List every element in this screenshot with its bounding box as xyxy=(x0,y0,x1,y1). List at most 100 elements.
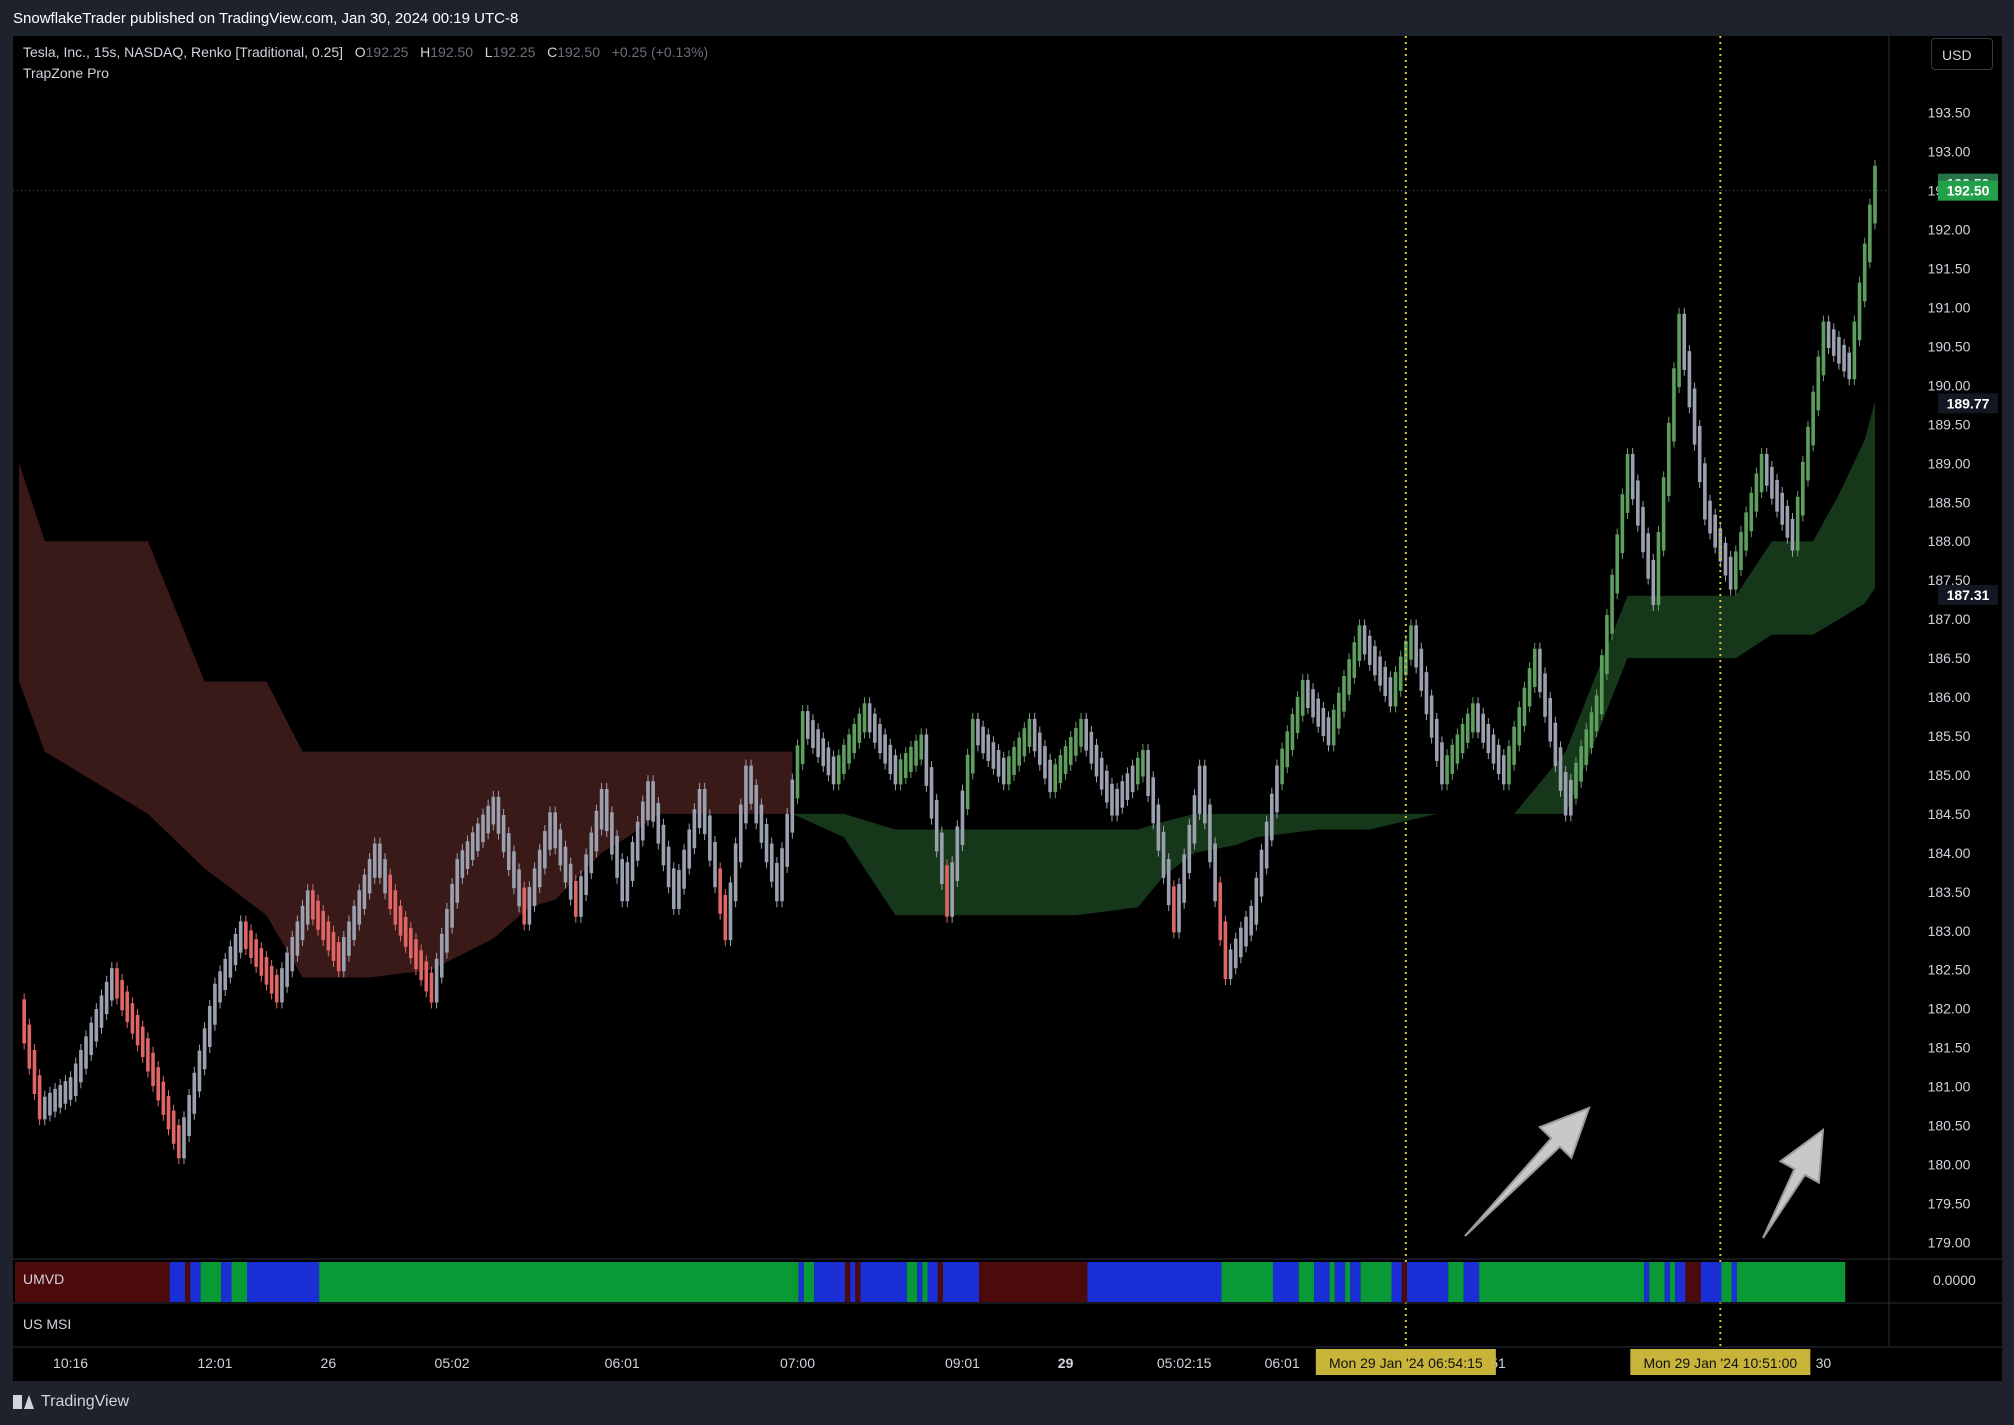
chart-canvas[interactable]: 193.50 193.00 192.50 192.00 191.50 191.00 190.… xyxy=(13,36,2002,1381)
currency-button[interactable]: USD xyxy=(1931,38,1993,70)
umvd-label[interactable]: UMVD xyxy=(23,1271,64,1287)
renko-brick xyxy=(166,1096,171,1130)
renko-brick xyxy=(568,863,573,900)
renko-brick xyxy=(1007,756,1011,785)
symbol-legend[interactable]: Tesla, Inc., 15s, NASDAQ, Renko [Traditi… xyxy=(23,44,708,60)
renko-brick xyxy=(398,905,403,936)
renko-brick xyxy=(795,745,800,799)
y-tick-label: 189.50 xyxy=(1928,416,1971,432)
crosshair-time-label: Mon 29 Jan '24 10:51:00 xyxy=(1643,1355,1797,1371)
umvd-segment xyxy=(247,1262,320,1302)
y-tick-label: 190.00 xyxy=(1928,377,1971,393)
annotation-arrow[interactable] xyxy=(1449,1093,1605,1252)
renko-brick xyxy=(1806,426,1810,481)
renko-brick xyxy=(718,868,722,914)
renko-brick xyxy=(1862,243,1867,302)
renko-brick xyxy=(1074,727,1078,756)
renko-brick xyxy=(594,810,599,852)
y-tick-label: 182.00 xyxy=(1928,1001,1971,1017)
renko-brick xyxy=(955,826,960,881)
renko-brick xyxy=(1656,531,1661,606)
open-value: 192.25 xyxy=(365,44,409,60)
umvd-segment xyxy=(1345,1262,1351,1302)
renko-brick xyxy=(1311,689,1315,718)
renko-brick xyxy=(455,859,460,903)
renko-brick xyxy=(1507,746,1511,785)
x-tick-label: 30 xyxy=(1816,1355,1832,1371)
renko-brick xyxy=(517,869,521,907)
renko-brick xyxy=(506,833,511,871)
renko-brick xyxy=(888,744,893,774)
renko-brick xyxy=(104,981,109,1015)
bear-trap-zone xyxy=(19,463,793,978)
renko-brick xyxy=(986,734,991,761)
renko-brick xyxy=(610,812,614,855)
renko-brick xyxy=(940,832,944,885)
renko-brick xyxy=(620,859,625,902)
renko-brick xyxy=(1589,712,1594,748)
renko-brick xyxy=(573,880,578,917)
renko-brick xyxy=(481,814,485,843)
renko-brick xyxy=(1703,463,1707,520)
renko-brick xyxy=(403,916,408,947)
renko-brick xyxy=(769,843,774,882)
umvd-segment xyxy=(1334,1262,1346,1302)
y-tick-label: 186.00 xyxy=(1928,689,1971,705)
renko-brick xyxy=(893,755,898,785)
renko-brick xyxy=(1151,777,1156,824)
umvd-segment xyxy=(1721,1262,1732,1302)
renko-brick xyxy=(558,829,563,866)
renko-brick xyxy=(1099,757,1104,790)
renko-brick xyxy=(857,713,862,743)
renko-brick xyxy=(336,942,341,972)
renko-brick xyxy=(347,921,351,956)
renko-brick xyxy=(1001,757,1006,785)
renko-brick xyxy=(254,939,258,967)
renko-brick xyxy=(1821,321,1826,376)
umvd-segment xyxy=(979,1262,1088,1302)
tradingview-logo[interactable]: TradingView xyxy=(13,1393,129,1411)
renko-brick xyxy=(682,849,686,889)
y-tick-label: 184.50 xyxy=(1928,806,1971,822)
umvd-segment xyxy=(1350,1262,1361,1302)
renko-brick xyxy=(543,831,547,869)
renko-brick xyxy=(1857,282,1862,341)
umvd-segment xyxy=(169,1262,186,1302)
renko-brick xyxy=(1512,726,1516,765)
renko-brick xyxy=(135,1014,140,1046)
renko-brick xyxy=(646,781,650,821)
renko-brick xyxy=(285,952,289,987)
renko-brick xyxy=(1337,692,1341,729)
renko-brick xyxy=(1713,514,1717,548)
renko-brick xyxy=(290,937,295,972)
arrow-shape xyxy=(1762,1127,1825,1239)
renko-brick xyxy=(563,846,568,883)
renko-brick xyxy=(388,874,393,909)
renko-brick xyxy=(1239,927,1243,958)
renko-brick xyxy=(202,1028,207,1070)
renko-brick xyxy=(259,948,264,976)
renko-brick xyxy=(1471,703,1475,733)
symbol-title[interactable]: Tesla, Inc., 15s, NASDAQ, Renko [Traditi… xyxy=(23,44,343,60)
renko-brick xyxy=(1068,737,1073,765)
renko-brick xyxy=(125,991,130,1022)
annotation-arrow[interactable] xyxy=(1744,1119,1842,1248)
renko-brick xyxy=(1486,724,1491,754)
renko-brick xyxy=(1625,453,1630,513)
chart-pane[interactable]: 193.50 193.00 192.50 192.00 191.50 191.00 190.… xyxy=(13,36,2002,1381)
renko-brick xyxy=(1115,788,1119,816)
renko-brick xyxy=(1780,492,1785,525)
umvd-segment xyxy=(917,1262,923,1302)
renko-brick xyxy=(1130,765,1135,793)
indicator-legend[interactable]: TrapZone Pro xyxy=(23,65,109,81)
umvd-segment xyxy=(1272,1262,1299,1302)
umvd-segment xyxy=(927,1262,938,1302)
price-label: 189.77 xyxy=(1947,395,1990,411)
renko-brick xyxy=(1321,707,1326,737)
usmsi-label[interactable]: US MSI xyxy=(23,1316,71,1332)
renko-brick xyxy=(58,1085,63,1108)
renko-brick xyxy=(1362,625,1367,655)
renko-brick xyxy=(1594,695,1599,732)
renko-brick xyxy=(1367,635,1372,665)
renko-brick xyxy=(831,756,836,785)
